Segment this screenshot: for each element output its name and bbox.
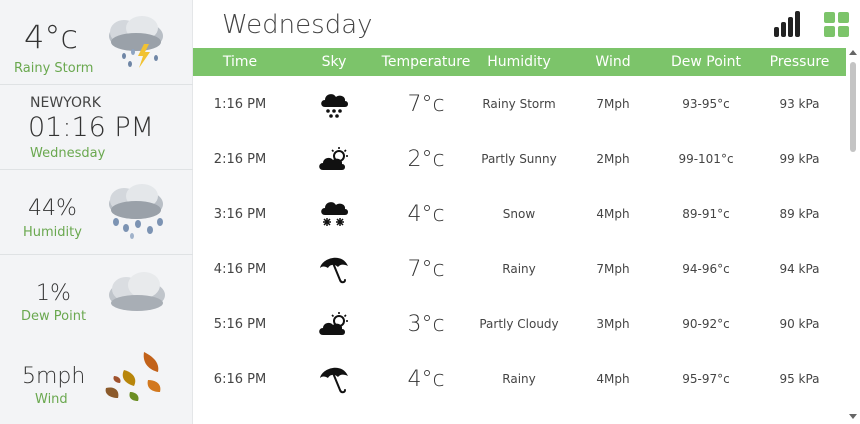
city-name: NEWYORK — [30, 95, 101, 111]
current-weather-panel: 4°c Rainy Storm — [0, 0, 193, 85]
cell-sky-condition — [287, 187, 381, 242]
column-header-pressure[interactable]: Pressure — [753, 48, 846, 76]
column-header-wind[interactable]: Wind — [567, 48, 659, 76]
table-row[interactable]: 1:16 PM 7°c Rainy Storm 7Mph 93-95°c 93 … — [193, 77, 846, 132]
partly-sunny-icon — [319, 146, 348, 170]
umbrella-icon — [320, 367, 348, 393]
cell-pressure: 94 kPa — [779, 262, 820, 276]
cell-dew-point: 93-95°c — [682, 97, 730, 111]
table-row[interactable]: 6:16 PM 4°c Rainy 4Mph 95-97°c 95 kPa — [193, 352, 846, 407]
table-row[interactable]: 2:16 PM 2°c Partly Sunny 2Mph 99-101°c 9… — [193, 132, 846, 187]
scrollbar-thumb[interactable] — [850, 62, 856, 152]
grid-view-icon[interactable] — [824, 12, 850, 38]
cell-time: 4:16 PM — [213, 262, 267, 277]
wind-value: 5mph — [22, 364, 86, 389]
cell-temperature: 4°c — [407, 202, 445, 227]
cell-pressure: 90 kPa — [779, 317, 820, 331]
cell-time: 5:16 PM — [213, 317, 267, 332]
dew-point-label: Dew Point — [21, 309, 87, 324]
cell-sky-condition — [287, 242, 381, 297]
cell-temperature: 2°c — [407, 147, 445, 172]
column-header-dew-point[interactable]: Dew Point — [659, 48, 753, 76]
cell-humidity: Snow — [502, 207, 536, 221]
table-row[interactable]: 5:16 PM 3°c Partly Cloudy 3Mph 90-92°c 9… — [193, 297, 846, 352]
cell-sky-condition — [287, 297, 381, 352]
humidity-label: Humidity — [23, 225, 82, 240]
scroll-down-arrow-icon[interactable] — [849, 414, 857, 419]
partly-cloudy-icon — [319, 311, 348, 335]
cell-time: 2:16 PM — [213, 152, 267, 167]
column-header-temperature[interactable]: Temperature — [381, 48, 471, 76]
cell-dew-point: 95-97°c — [682, 372, 730, 386]
table-row[interactable]: 4:16 PM 7°c Rainy 7Mph 94-96°c 94 kPa — [193, 242, 846, 297]
cell-wind: 7Mph — [596, 97, 630, 111]
cell-sky-condition — [287, 132, 381, 187]
cell-temperature: 4°c — [407, 367, 445, 392]
sidebar: 4°c Rainy Storm NEWYORK 01:16 PM Wednesd… — [0, 0, 193, 424]
cell-pressure: 99 kPa — [779, 152, 820, 166]
cell-sky-condition — [287, 77, 381, 132]
table-scrollbar[interactable] — [846, 48, 860, 424]
page-title: Wednesday — [222, 10, 373, 40]
column-header-sky-condition[interactable]: Sky Condition — [287, 48, 381, 98]
humidity-value: 44% — [28, 196, 77, 221]
cell-pressure: 95 kPa — [779, 372, 820, 386]
table-header: Time Sky Condition Temperature Humidity … — [193, 48, 846, 98]
current-time: 01:16 PM — [28, 112, 154, 143]
cell-time: 1:16 PM — [213, 97, 267, 112]
rainy-storm-icon — [109, 16, 163, 68]
cell-pressure: 89 kPa — [779, 207, 820, 221]
cell-wind: 4Mph — [596, 207, 630, 221]
current-condition: Rainy Storm — [14, 61, 94, 76]
humidity-panel: 44% Humidity — [0, 170, 193, 255]
cell-humidity: Rainy — [502, 262, 536, 276]
humidity-cloud-icon — [109, 184, 163, 239]
signal-bars-icon[interactable] — [774, 11, 802, 37]
cell-humidity: Rainy Storm — [482, 97, 556, 111]
column-header-time[interactable]: Time — [193, 48, 287, 76]
cell-dew-point: 99-101°c — [678, 152, 734, 166]
main-content: Wednesday Time Sky Condition Temperature… — [193, 0, 860, 424]
cell-dew-point: 90-92°c — [682, 317, 730, 331]
location-panel: NEWYORK 01:16 PM Wednesday — [0, 85, 193, 170]
cell-temperature: 7°c — [407, 257, 445, 282]
dew-point-value: 1% — [36, 281, 71, 306]
snowflake-cloud-icon — [321, 201, 348, 226]
cell-wind: 3Mph — [596, 317, 630, 331]
cell-wind: 4Mph — [596, 372, 630, 386]
scroll-up-arrow-icon[interactable] — [849, 50, 857, 55]
dew-point-panel: 1% Dew Point — [0, 255, 193, 340]
cell-humidity: Rainy — [502, 372, 536, 386]
cell-time: 6:16 PM — [213, 372, 267, 387]
wind-label: Wind — [35, 392, 68, 407]
column-header-humidity[interactable]: Humidity — [471, 48, 567, 76]
current-day: Wednesday — [30, 146, 106, 161]
wind-leaves-icon — [105, 352, 161, 401]
cell-sky-condition — [287, 352, 381, 407]
cell-humidity: Partly Sunny — [481, 152, 557, 166]
cell-time: 3:16 PM — [213, 207, 267, 222]
current-temperature: 4°c — [24, 18, 78, 56]
cell-dew-point: 94-96°c — [682, 262, 730, 276]
table-row[interactable]: 3:16 PM 4°c Snow 4Mph 89-91°c 89 kPa — [193, 187, 846, 242]
wind-panel: 5mph Wind — [0, 340, 193, 424]
cell-dew-point: 89-91°c — [682, 207, 730, 221]
umbrella-icon — [320, 257, 348, 283]
cell-temperature: 3°c — [407, 312, 445, 337]
cell-pressure: 93 kPa — [779, 97, 820, 111]
cell-wind: 2Mph — [596, 152, 630, 166]
cell-temperature: 7°c — [407, 92, 445, 117]
cell-wind: 7Mph — [596, 262, 630, 276]
snow-cloud-icon — [321, 93, 348, 118]
cloud-icon — [109, 272, 165, 311]
cell-humidity: Partly Cloudy — [479, 317, 559, 331]
